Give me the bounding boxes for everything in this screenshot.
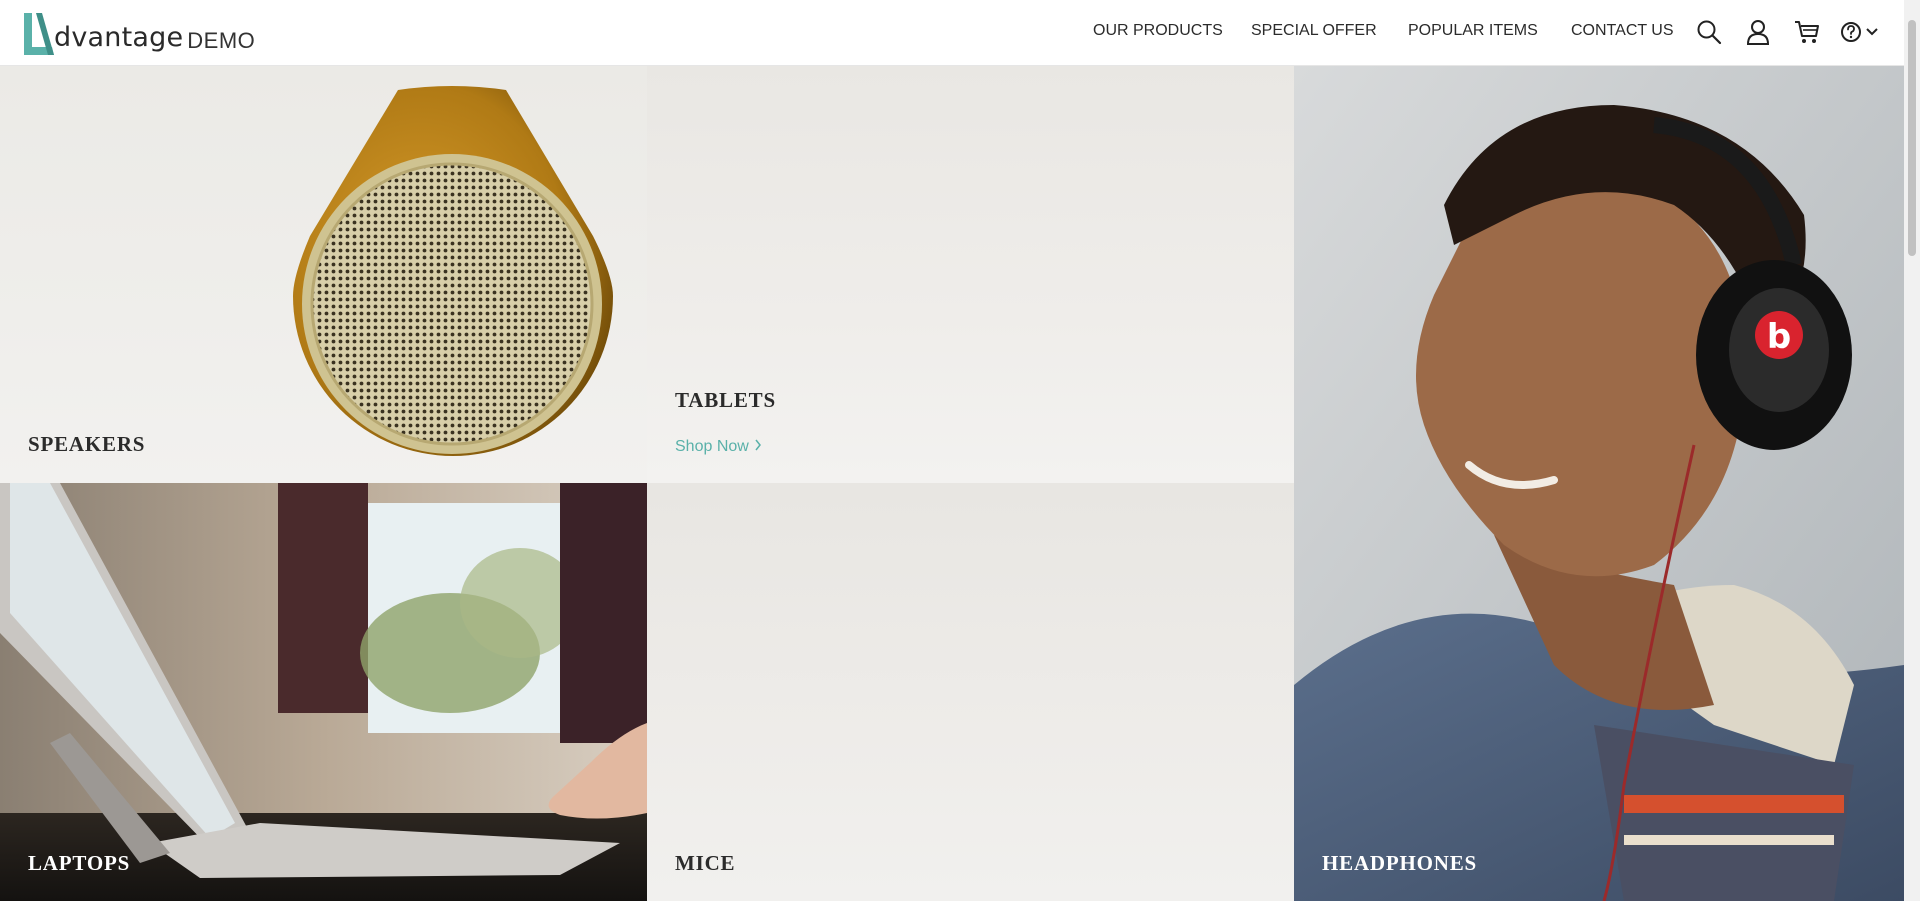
category-tile-speakers[interactable]: SPEAKERS [0, 65, 647, 483]
category-tile-laptops[interactable]: LAPTOPS [0, 483, 647, 901]
speaker-image [293, 86, 613, 456]
svg-text:b: b [1767, 317, 1791, 357]
cart-icon[interactable] [1794, 19, 1820, 45]
scrollbar-thumb[interactable] [1908, 20, 1916, 256]
headphones-model-image: b [1294, 65, 1904, 901]
category-tile-headphones[interactable]: b HEADPHONES [1294, 65, 1904, 901]
category-label-laptops: LAPTOPS [28, 851, 131, 875]
category-tile-tablets[interactable]: TABLETS Shop Now [647, 65, 1294, 483]
nav-popular-items[interactable]: POPULAR ITEMS [1408, 22, 1538, 40]
category-label-tablets: TABLETS [675, 388, 776, 412]
brand-suffix: DEMO [187, 28, 256, 53]
user-icon[interactable] [1746, 19, 1770, 45]
laptop-image [0, 483, 647, 901]
brand-logo[interactable]: dvantage DEMO [22, 10, 255, 56]
page-scrollbar[interactable] [1904, 0, 1920, 901]
chevron-right-icon [755, 439, 761, 451]
chevron-down-icon[interactable] [1866, 27, 1878, 37]
category-label-headphones: HEADPHONES [1322, 851, 1478, 875]
shop-now-label: Shop Now [675, 438, 749, 455]
help-icon[interactable] [1840, 19, 1862, 45]
nav-our-products[interactable]: OUR PRODUCTS [1093, 22, 1223, 40]
search-icon[interactable] [1696, 19, 1722, 45]
nav-contact-us[interactable]: CONTACT US [1571, 22, 1674, 40]
category-label-mice: MICE [675, 851, 736, 875]
logo-mark-icon [24, 13, 54, 55]
category-tile-mice[interactable]: MICE [647, 483, 1294, 901]
shop-now-link[interactable]: Shop Now [675, 438, 762, 456]
category-label-speakers: SPEAKERS [28, 432, 146, 456]
site-header: dvantage DEMO OUR PRODUCTS SPECIAL OFFER… [0, 0, 1904, 66]
brand-name: dvantage [54, 22, 184, 53]
nav-special-offer[interactable]: SPECIAL OFFER [1251, 22, 1377, 40]
